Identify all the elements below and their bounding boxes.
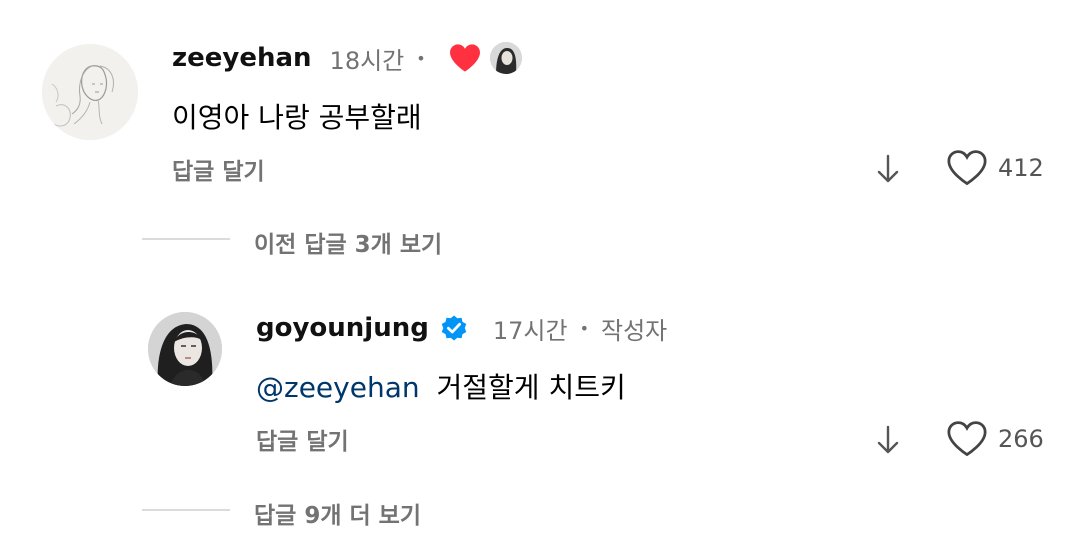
reply-text-line: @zeeyehan 거절할게 치트키 xyxy=(256,366,626,406)
author-label: 작성자 xyxy=(601,316,668,345)
separator-dot: • xyxy=(579,318,589,338)
arrow-down-icon[interactable] xyxy=(874,423,902,461)
sketch-avatar-image xyxy=(42,44,138,140)
comment-text: 이영아 나랑 공부할래 xyxy=(172,101,422,134)
reply-header: goyounjung 17시간 • 작성자 xyxy=(256,310,667,346)
avatar-zeeyehan[interactable] xyxy=(42,44,138,140)
like-button[interactable]: 412 xyxy=(946,148,1044,188)
like-button[interactable]: 266 xyxy=(946,419,1044,459)
reply-button[interactable]: 답글 달기 xyxy=(256,422,349,456)
mention-link[interactable]: @zeeyehan xyxy=(256,371,420,404)
view-more-replies[interactable]: 답글 9개 더 보기 xyxy=(254,496,421,530)
heart-outline-icon[interactable] xyxy=(946,149,988,187)
creator-mini-avatar xyxy=(489,42,522,74)
avatar-goyounjung[interactable] xyxy=(148,312,222,386)
separator-dot: • xyxy=(416,48,426,68)
verified-badge-icon xyxy=(439,313,469,343)
reply-text: 거절할게 치트키 xyxy=(436,371,626,404)
reply-button[interactable]: 답글 달기 xyxy=(172,152,265,186)
heart-outline-icon[interactable] xyxy=(946,420,988,458)
like-count: 412 xyxy=(998,154,1044,182)
like-count: 266 xyxy=(998,425,1044,453)
timestamp: 17시간 xyxy=(492,316,568,345)
comment-header: zeeyehan 18시간 • xyxy=(172,40,522,76)
thread-line xyxy=(142,509,230,511)
username[interactable]: goyounjung xyxy=(256,313,429,343)
username[interactable]: zeeyehan xyxy=(172,43,312,73)
profile-photo xyxy=(148,312,222,386)
timestamp: 18시간 xyxy=(329,46,405,75)
arrow-down-icon[interactable] xyxy=(874,152,902,190)
creator-heart-icon xyxy=(448,43,482,73)
thread-line xyxy=(142,238,230,240)
view-previous-replies[interactable]: 이전 답글 3개 보기 xyxy=(254,225,442,259)
